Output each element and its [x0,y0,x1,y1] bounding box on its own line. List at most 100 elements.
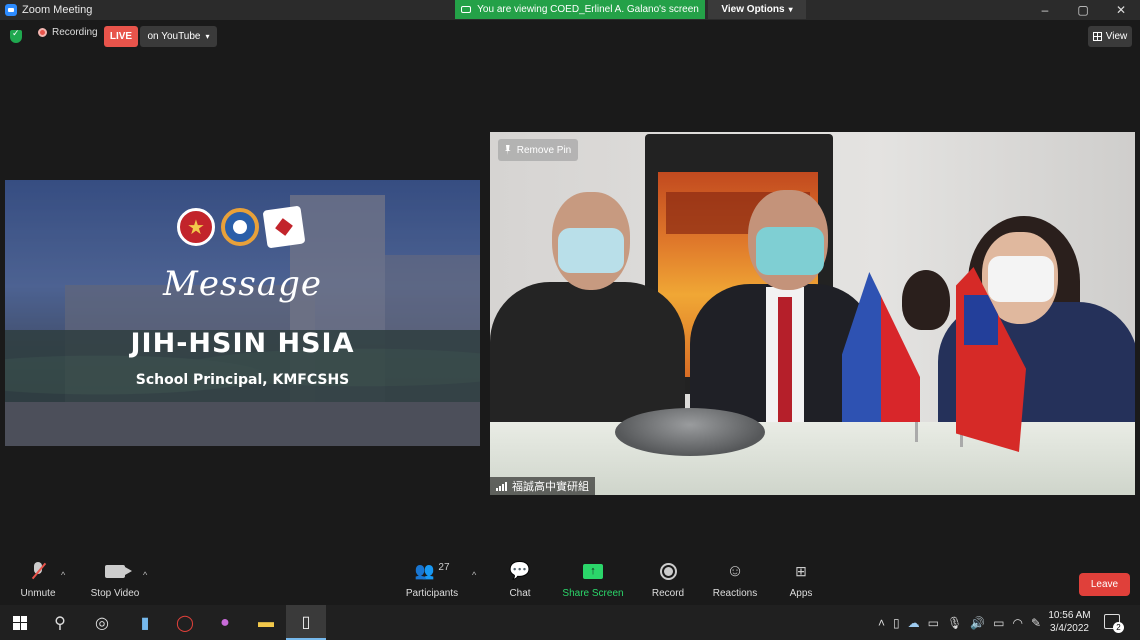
view-options-label: View Options [721,4,785,15]
recording-label: Recording [52,27,98,38]
live-stream-label: on YouTube [147,31,201,42]
title-bar: Zoom Meeting You are viewing COED_Erline… [0,0,1140,20]
view-options-button[interactable]: View Options ▾ [708,0,806,19]
record-button[interactable]: Record [633,560,703,599]
wifi-icon[interactable]: ◠ [1013,616,1023,630]
reactions-button[interactable]: ☺ Reactions [700,560,770,599]
speaker-volume-icon[interactable]: 🔊 [970,616,985,630]
taskbar-chrome-browser[interactable]: ● [205,605,245,640]
slide-heading: Message [163,264,322,304]
signal-bars-icon [496,481,507,491]
stop-video-button[interactable]: Stop Video [80,560,150,599]
participants-button[interactable]: 👥 27 Participants [397,560,467,600]
conference-speaker [615,408,765,456]
stop-video-label: Stop Video [90,588,140,599]
phone-link-icon[interactable]: ▯ [893,616,900,630]
battery-icon[interactable]: ▭ [993,616,1004,630]
face-mask [988,256,1054,302]
start-button[interactable] [0,605,40,640]
search-icon: ⚲ [54,614,66,632]
participant-name-tag: 福誠高中實研組 [490,477,595,495]
video-camera-icon [105,564,132,578]
taskbar-clock[interactable]: 10:56 AM 3/4/2022 [1042,609,1097,635]
video-camera-tray-icon[interactable]: ▭ [928,616,939,630]
taskbar-opera-browser[interactable]: ◯ [165,605,205,640]
grid-view-icon [1092,32,1102,41]
chat-label: Chat [509,588,531,599]
viewing-screen-banner: You are viewing COED_Erlinel A. Galano's… [455,0,705,19]
task-view-icon: ◎ [95,614,109,632]
onedrive-cloud-icon[interactable]: ☁ [908,616,920,630]
muted-mic-icon [31,562,45,580]
chrome-browser-icon: ● [220,613,230,631]
search-button[interactable]: ⚲ [40,605,80,640]
blank-document-icon: ▯ [301,613,311,631]
school-emblem-logo [262,205,306,249]
chat-button[interactable]: 💬 Chat [485,560,555,599]
pin-icon [504,145,511,155]
live-badge[interactable]: LIVE [104,26,138,47]
slide-speaker-name: JIH-HSIN HSIA [130,328,355,359]
screen-share-icon [461,6,472,13]
smiley-add-icon: ☺ [726,561,744,580]
participant-tie [778,297,792,427]
remove-pin-label: Remove Pin [516,144,572,156]
apps-label: Apps [789,588,813,599]
security-shield-icon[interactable] [10,28,22,43]
share-screen-arrow-icon: ↑ [583,563,603,579]
microphone-icon[interactable]: 🎙 [947,616,962,630]
pen-icon[interactable]: ✎ [1031,616,1041,630]
notifications-icon[interactable]: 2 [1104,614,1124,633]
opera-browser-icon: ◯ [176,614,194,632]
taskbar-files-app[interactable]: ▮ [125,605,165,640]
recording-dot-icon [38,28,47,37]
slide-speaker-role: School Principal, KMFCSHS [135,372,350,388]
video-options-caret-icon[interactable]: ^ [143,570,147,580]
meeting-top-bar: Recording LIVE on YouTube ▾ View [0,22,1140,50]
task-view-button[interactable]: ◎ [82,605,122,640]
view-button[interactable]: View [1088,26,1132,47]
taskbar-document-app[interactable]: ▯ [286,605,326,640]
notification-count-badge: 2 [1113,622,1124,633]
record-label: Record [651,588,685,599]
live-stream-dropdown[interactable]: on YouTube ▾ [140,26,217,47]
viewing-banner-text: You are viewing COED_Erlinel A. Galano's… [477,4,699,15]
close-button[interactable]: ✕ [1102,0,1140,20]
face-mask [756,227,824,275]
star-seal-logo: ★ [177,208,215,246]
pinned-participant-video[interactable]: Remove Pin 福誠高中實研組 [490,132,1135,495]
participants-label: Participants [405,588,459,599]
system-tray: ˄ ▯ ☁ ▭ 🎙 🔊 ▭ ◠ ✎ [878,605,1041,640]
face-mask [558,228,624,273]
leave-button[interactable]: Leave [1079,573,1130,596]
apps-button[interactable]: ⊞ Apps [766,560,836,600]
show-hidden-icons-chevron-icon[interactable]: ˄ [878,616,885,630]
minimize-button[interactable]: – [1026,0,1064,20]
recording-indicator[interactable]: Recording [38,27,98,38]
participants-options-caret-icon[interactable]: ^ [472,570,476,580]
caret-down-icon: ▾ [205,32,210,41]
clock-time: 10:56 AM [1048,610,1091,621]
participant-name: 福誠高中實研組 [512,481,589,493]
chat-bubble-icon: 💬 [509,561,531,580]
share-screen-button[interactable]: ↑ Share Screen [558,560,628,599]
taskbar-file-explorer[interactable]: ▬ [246,605,286,640]
reactions-label: Reactions [712,588,758,599]
participants-count: 27 [438,561,450,573]
window-controls: – ▢ ✕ [1026,0,1140,20]
unmute-label: Unmute [20,588,56,599]
maximize-button[interactable]: ▢ [1064,0,1102,20]
participants-icon: 👥 [414,563,434,580]
document-stack-icon: ▮ [140,614,150,632]
zoom-app-icon [5,4,17,16]
view-label: View [1105,31,1128,42]
audio-options-caret-icon[interactable]: ^ [61,570,65,580]
university-seal-logo [221,208,259,246]
chevron-down-icon: ▾ [788,5,793,14]
apps-grid-icon: ⊞ [795,562,807,579]
remove-pin-button[interactable]: Remove Pin [498,139,578,161]
windows-taskbar: ⚲ ◎ ▮ ◯ ● ▬ ▯ ˄ ▯ ☁ ▭ 🎙 🔊 ▭ ◠ ✎ 10:56 AM… [0,605,1140,640]
video-background-person [902,270,950,330]
shared-screen-slide: ★ Message JIH-HSIN HSIA School Principal… [5,180,480,446]
clock-date: 3/4/2022 [1050,623,1089,634]
